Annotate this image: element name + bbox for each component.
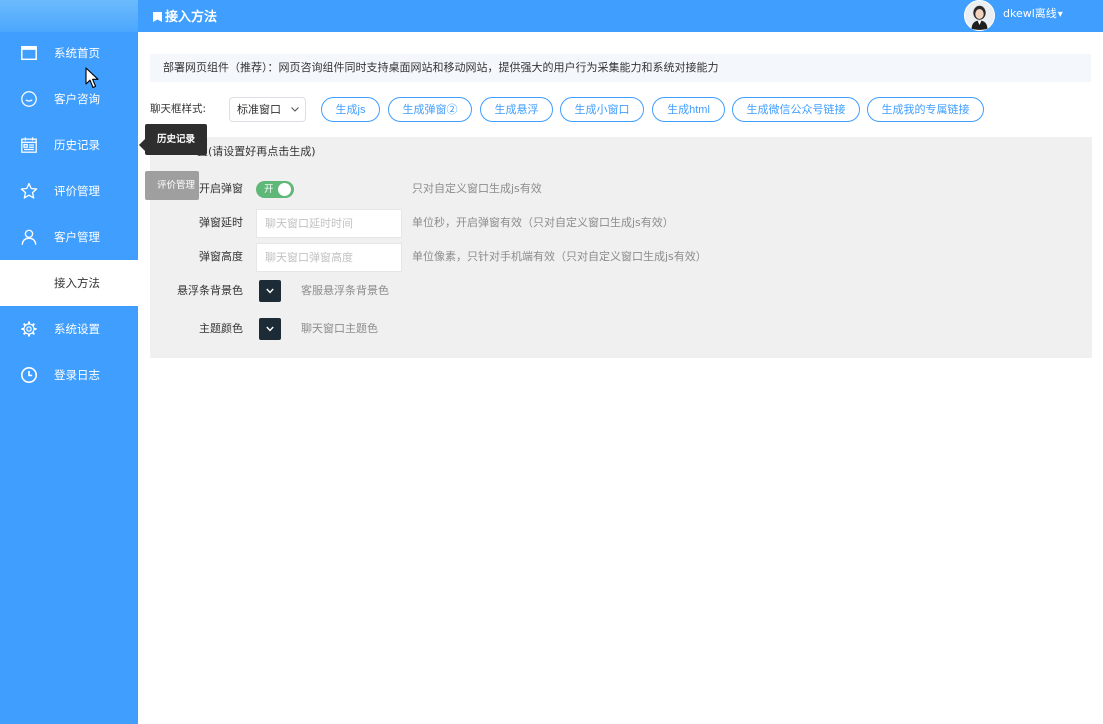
settings-panel-title: 置(请设置好再点击生成) xyxy=(197,145,316,158)
caret-down-icon: ▾ xyxy=(1057,9,1063,20)
popup-toggle-hint: 只对自定义窗口生成js有效 xyxy=(412,182,542,195)
popup-toggle[interactable]: 开 xyxy=(256,181,294,198)
theme-color-label: 主题颜色 xyxy=(199,322,243,335)
sidebar-item-label: 系统设置 xyxy=(54,322,100,336)
theme-color-picker[interactable] xyxy=(259,318,281,340)
sidebar-item-consult[interactable]: 客户咨询 xyxy=(0,76,138,122)
user-menu[interactable]: dkewl离线▾ xyxy=(1003,0,1063,28)
sidebar-item-label: 客户管理 xyxy=(54,230,100,244)
chat-style-select[interactable]: 标准窗口 xyxy=(229,97,306,122)
sidebar-item-settings[interactable]: 系统设置 xyxy=(0,306,138,352)
generate-wechat-link-button[interactable]: 生成微信公众号链接 xyxy=(732,97,860,122)
notice-text: 部署网页组件（推荐）：网页咨询组件同时支持桌面网站和移动网站，提供强大的用户行为… xyxy=(163,61,719,74)
user-status-label: dkewl离线 xyxy=(1003,7,1057,20)
sidebar: 系统首页 客户咨询 历史记录 评价管理 客户管理 接入方法 系统设置 登录日志 xyxy=(0,0,138,724)
chat-style-selected-value: 标准窗口 xyxy=(237,103,281,116)
popup-height-label: 弹窗高度 xyxy=(199,250,243,263)
sidebar-item-customers[interactable]: 客户管理 xyxy=(0,214,138,260)
smile-icon xyxy=(20,90,38,108)
theme-color-hint: 聊天窗口主题色 xyxy=(301,322,378,335)
tooltip-text: 历史记录 xyxy=(157,134,196,145)
toggle-state-text: 开 xyxy=(264,184,274,195)
sidebar-item-label: 接入方法 xyxy=(54,276,100,290)
avatar[interactable] xyxy=(964,0,995,31)
generate-small-window-button[interactable]: 生成小窗口 xyxy=(560,97,644,122)
sidebar-item-label: 历史记录 xyxy=(54,138,100,152)
tooltip-arrow xyxy=(139,139,145,151)
tooltip-text: 评价管理 xyxy=(157,180,196,191)
chevron-down-icon xyxy=(266,326,274,332)
page-title: 接入方法 xyxy=(165,10,218,25)
sidebar-item-history[interactable]: 历史记录 xyxy=(0,122,138,168)
float-bar-color-hint: 客服悬浮条背景色 xyxy=(301,284,389,297)
bookmark-icon xyxy=(153,12,162,22)
calendar-icon xyxy=(20,136,38,154)
user-icon xyxy=(20,228,38,246)
generate-float-button[interactable]: 生成悬浮 xyxy=(480,97,553,122)
notice-bar: 部署网页组件（推荐）：网页咨询组件同时支持桌面网站和移动网站，提供强大的用户行为… xyxy=(150,54,1091,82)
popup-height-input[interactable] xyxy=(256,243,402,272)
float-bar-color-label: 悬浮条背景色 xyxy=(177,284,243,297)
mouse-cursor-icon xyxy=(85,67,100,89)
sidebar-item-home[interactable]: 系统首页 xyxy=(0,30,138,76)
logo-area xyxy=(0,0,138,32)
popup-height-hint: 单位像素，只针对手机端有效（只对自定义窗口生成js有效） xyxy=(412,250,707,263)
top-bar: 接入方法 dkewl离线▾ xyxy=(138,0,1103,32)
tooltip-evaluation: 评价管理 xyxy=(145,171,199,200)
gear-icon xyxy=(20,320,38,338)
sidebar-item-login-log[interactable]: 登录日志 xyxy=(0,352,138,398)
generate-html-button[interactable]: 生成html xyxy=(652,97,725,122)
window-icon xyxy=(20,44,38,62)
float-bar-color-picker[interactable] xyxy=(259,280,281,302)
generate-js-button[interactable]: 生成js xyxy=(321,97,380,122)
popup-delay-label: 弹窗延时 xyxy=(199,216,243,229)
chevron-down-icon xyxy=(291,107,299,112)
sidebar-item-label: 登录日志 xyxy=(54,368,100,382)
sidebar-item-evaluation[interactable]: 评价管理 xyxy=(0,168,138,214)
generate-popup-button[interactable]: 生成弹窗② xyxy=(388,97,472,122)
popup-delay-input[interactable] xyxy=(256,209,402,238)
clock-icon xyxy=(20,366,38,384)
star-icon xyxy=(20,182,38,200)
generate-personal-link-button[interactable]: 生成我的专属链接 xyxy=(867,97,984,122)
tooltip-history: 历史记录 xyxy=(139,124,207,155)
chat-style-label: 聊天框样式: xyxy=(150,103,207,115)
chevron-down-icon xyxy=(266,288,274,294)
sidebar-item-label: 评价管理 xyxy=(54,184,100,198)
sidebar-item-access-method[interactable]: 接入方法 xyxy=(0,260,138,306)
popup-delay-hint: 单位秒，开启弹窗有效（只对自定义窗口生成js有效） xyxy=(412,216,674,229)
toggle-knob xyxy=(278,183,291,196)
